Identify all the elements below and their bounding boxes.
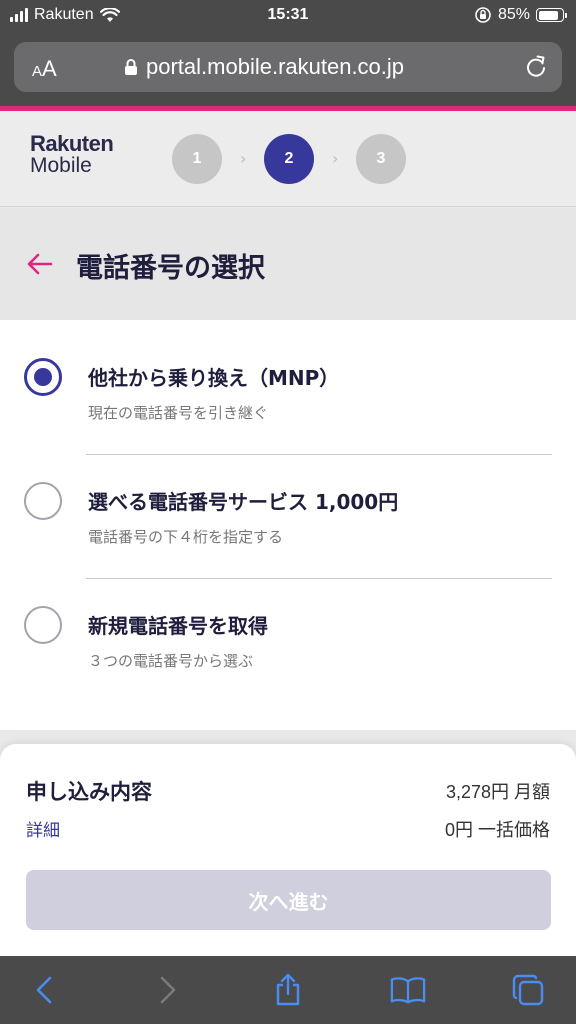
- radio-selectable-number[interactable]: [24, 482, 62, 520]
- bookmarks-icon[interactable]: [390, 972, 426, 1008]
- status-bar: Rakuten 15:31 85%: [0, 0, 576, 34]
- option-selectable-number[interactable]: 選べる電話番号サービス 1,000円 電話番号の下４桁を指定する: [0, 464, 576, 574]
- back-icon[interactable]: [26, 972, 62, 1008]
- page-title: 電話番号の選択: [76, 253, 265, 284]
- title-band: 電話番号の選択: [0, 208, 576, 320]
- divider: [86, 578, 552, 579]
- option-title: 選べる電話番号サービス 1,000円: [88, 490, 399, 514]
- tabs-icon[interactable]: [510, 972, 546, 1008]
- monthly-price: 3,278円 月額: [445, 782, 550, 802]
- step-2: 2: [264, 134, 314, 184]
- next-button[interactable]: 次へ進む: [26, 870, 551, 930]
- option-subtitle: ３つの電話番号から選ぶ: [88, 652, 254, 670]
- option-mnp[interactable]: 他社から乗り換え（MNP） 現在の電話番号を引き継ぐ: [0, 340, 576, 450]
- url-text: portal.mobile.rakuten.co.jp: [146, 54, 405, 79]
- radio-mnp[interactable]: [24, 358, 62, 396]
- rakuten-mobile-logo[interactable]: Rakuten Mobile: [30, 133, 114, 177]
- battery-percent: 85%: [497, 6, 530, 23]
- step-1: 1: [172, 134, 222, 184]
- reader-settings-button[interactable]: AA: [32, 56, 57, 82]
- chevron-right-icon: ›: [332, 149, 339, 168]
- chevron-right-icon: ›: [240, 149, 247, 168]
- browser-toolbar: [0, 956, 576, 1024]
- phone-number-options: 他社から乗り換え（MNP） 現在の電話番号を引き継ぐ 選べる電話番号サービス 1…: [0, 320, 576, 730]
- forward-icon[interactable]: [150, 972, 186, 1008]
- back-arrow-icon[interactable]: [26, 250, 54, 282]
- share-icon[interactable]: [270, 972, 306, 1008]
- summary-title: 申し込み内容: [26, 780, 152, 804]
- rotation-lock-icon: [475, 7, 491, 23]
- radio-new-number[interactable]: [24, 606, 62, 644]
- address-bar[interactable]: AA portal.mobile.rakuten.co.jp: [14, 42, 562, 92]
- order-summary-panel: 申し込み内容 詳細 3,278円 月額 0円 一括価格 次へ進む: [0, 744, 576, 956]
- one-time-price: 0円 一括価格: [444, 820, 550, 840]
- option-subtitle: 現在の電話番号を引き継ぐ: [88, 404, 269, 422]
- reload-icon[interactable]: [524, 54, 548, 84]
- battery-icon: [536, 8, 567, 22]
- option-new-number[interactable]: 新規電話番号を取得 ３つの電話番号から選ぶ: [0, 588, 576, 698]
- lock-icon: [125, 59, 137, 75]
- divider: [86, 454, 552, 455]
- step-3: 3: [356, 134, 406, 184]
- browser-address-area: AA portal.mobile.rakuten.co.jp: [0, 34, 576, 106]
- site-header: Rakuten Mobile 1 › 2 › 3: [0, 111, 576, 207]
- option-title: 新規電話番号を取得: [88, 614, 268, 638]
- details-link[interactable]: 詳細: [26, 816, 60, 841]
- option-title: 他社から乗り換え（MNP）: [88, 366, 340, 390]
- option-subtitle: 電話番号の下４桁を指定する: [88, 528, 284, 546]
